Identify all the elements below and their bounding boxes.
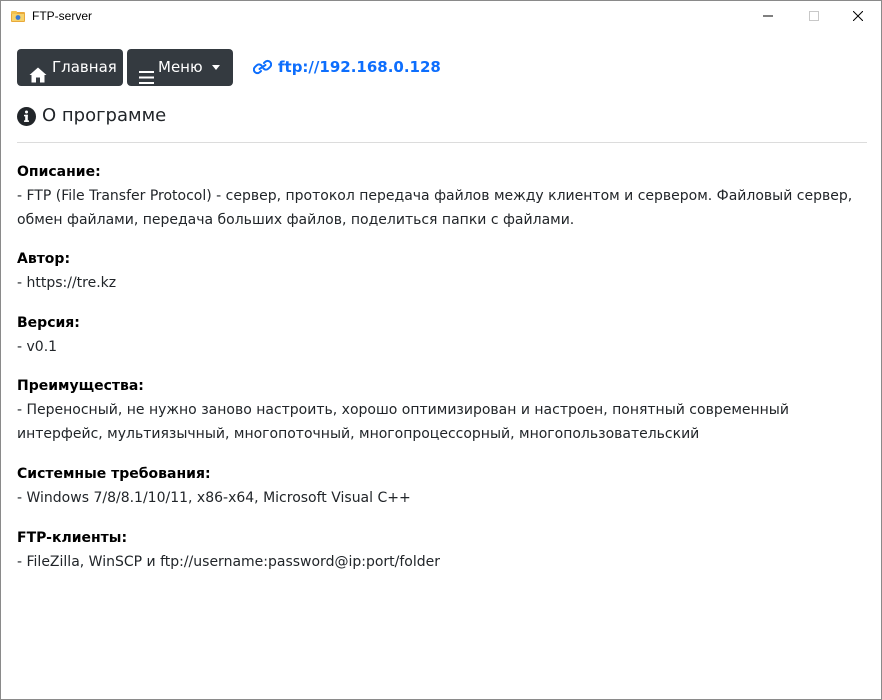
info-circle-icon (17, 107, 36, 130)
minimize-icon (763, 15, 773, 17)
chevron-down-icon (212, 65, 220, 70)
close-button[interactable] (835, 1, 881, 32)
minimize-button[interactable] (745, 1, 791, 32)
server-address-text: ftp://192.168.0.128 (278, 58, 441, 76)
main-content: Главная Меню ftp://192.168.0.128 О прогр… (1, 32, 881, 699)
home-button[interactable]: Главная (17, 49, 123, 86)
info-value: - FileZilla, WinSCP и ftp://username:pas… (17, 554, 441, 570)
home-icon (29, 60, 47, 97)
info-label: Описание: (17, 164, 101, 180)
info-value: - v0.1 (17, 339, 58, 355)
info-label: FTP-клиенты: (17, 530, 128, 546)
title-bar[interactable]: FTP-server (1, 1, 881, 32)
menu-dropdown-button[interactable]: Меню (127, 49, 233, 86)
page-title: О программе (42, 105, 167, 126)
info-value: - Windows 7/8/8.1/10/11, x86-x64, Micros… (17, 490, 411, 506)
info-block-version: Версия: - v0.1 (17, 311, 867, 359)
hamburger-menu-icon (139, 61, 154, 98)
info-label: Версия: (17, 315, 80, 331)
app-window: FTP-server Главная Меню ftp://192.168.0.… (0, 0, 882, 700)
about-section-header: О программе (17, 104, 417, 128)
info-label: Автор: (17, 251, 71, 267)
window-title: FTP-server (32, 9, 92, 23)
info-block-description: Описание: - FTP (File Transfer Protocol)… (17, 160, 867, 232)
info-label: Системные требования: (17, 466, 211, 482)
info-value: - FTP (File Transfer Protocol) - сервер,… (17, 188, 853, 228)
info-value: - Переносный, не нужно заново настроить,… (17, 402, 789, 442)
section-divider (17, 142, 867, 143)
link-icon (252, 59, 273, 81)
app-icon (10, 8, 26, 24)
info-block-author: Автор: - https://tre.kz (17, 247, 867, 295)
close-icon (853, 11, 863, 21)
info-block-requirements: Системные требования: - Windows 7/8/8.1/… (17, 462, 867, 510)
info-value: - https://tre.kz (17, 275, 117, 291)
maximize-button[interactable] (791, 1, 837, 32)
info-label: Преимущества: (17, 378, 144, 394)
menu-button-label: Меню (158, 58, 203, 76)
maximize-icon (809, 11, 819, 21)
info-block-ftp-clients: FTP-клиенты: - FileZilla, WinSCP и ftp:/… (17, 526, 867, 574)
home-button-label: Главная (52, 58, 117, 76)
info-block-advantages: Преимущества: - Переносный, не нужно зан… (17, 374, 867, 446)
